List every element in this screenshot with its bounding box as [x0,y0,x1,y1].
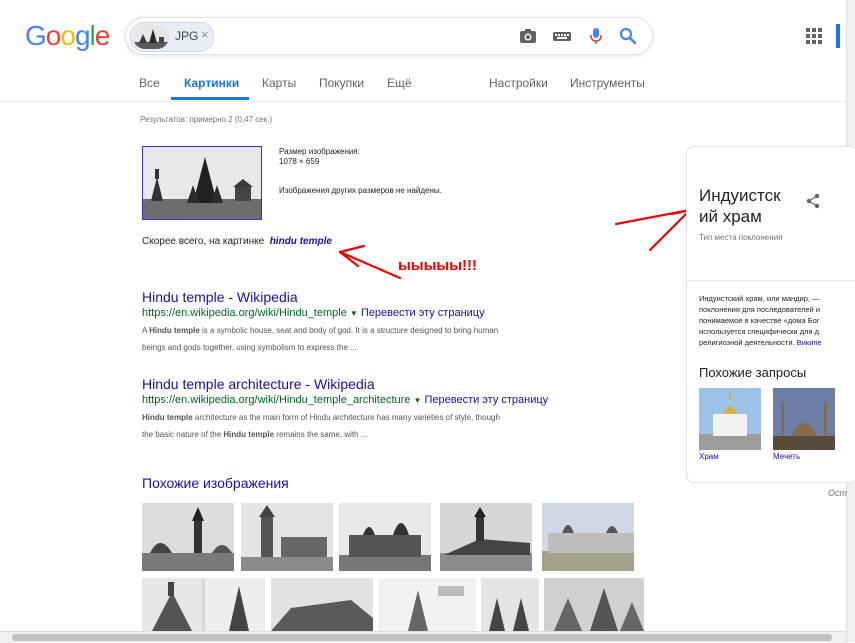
logo-letter: o [60,20,76,51]
kp-related-heading: Похожие запросы [699,365,807,380]
dropdown-caret-icon[interactable]: ▼ [413,396,421,405]
active-tab-indicator [171,97,249,100]
tab-tools[interactable]: Инструменты [570,76,645,90]
logo-letter: o [45,20,62,51]
related-label[interactable]: Мечеть [773,452,800,461]
similar-images-heading[interactable]: Похожие изображения [142,475,289,491]
account-button-edge[interactable] [836,24,840,48]
kp-divider [687,280,855,281]
result-title[interactable]: Hindu temple architecture - Wikipedia [142,376,375,392]
tab-maps[interactable]: Карты [262,76,296,90]
logo-letter: g [74,20,91,51]
similar-image[interactable] [271,578,373,631]
tab-images[interactable]: Картинки [184,76,239,90]
similar-image[interactable] [481,578,539,631]
result-title[interactable]: Hindu temple - Wikipedia [142,289,298,305]
result-url: https://en.wikipedia.org/wiki/Hindu_temp… [142,307,485,319]
no-other-sizes: Изображения других размеров не найдены. [279,186,442,195]
query-image-thumbnail[interactable] [142,146,262,220]
result-url-text[interactable]: https://en.wikipedia.org/wiki/Hindu_temp… [142,307,347,319]
tab-shopping[interactable]: Покупки [319,76,364,90]
apps-grid-icon[interactable] [806,28,822,44]
logo-letter: G [25,20,47,51]
image-size-label: Размер изображения: [279,147,360,156]
similar-image[interactable] [205,578,265,631]
result-snippet: A Hindu temple is a symbolic house, seat… [142,326,499,352]
header-divider [0,101,846,102]
tab-settings[interactable]: Настройки [489,76,548,90]
result-stats: Результатов: примерно 2 (0,47 сек.) [140,115,273,124]
result-snippet: Hindu temple architecture as the main fo… [142,413,500,439]
similar-image[interactable] [542,503,634,571]
tab-more[interactable]: Ещё [387,76,412,90]
annotation-text: ыыыыы!!! [398,257,478,274]
close-icon[interactable]: × [201,27,209,42]
kp-description: Индуистский храм, или мандир, — поклонен… [699,294,822,347]
best-guess: Скорее всего, на картинке hindu temple [142,236,332,247]
knowledge-panel: Индуистск ий храм Тип места поклонения Ин… [686,146,855,483]
best-guess-link[interactable]: hindu temple [270,236,332,247]
similar-image[interactable] [544,578,644,631]
tab-all[interactable]: Все [139,76,160,90]
similar-image[interactable] [378,578,476,631]
red-annotation-arrows [338,208,692,280]
related-image-mosque[interactable] [773,388,835,450]
translate-link[interactable]: Перевести эту страницу [424,394,548,406]
image-chip[interactable]: JPG × [130,22,214,52]
share-icon[interactable] [805,193,821,214]
similar-image[interactable] [339,503,431,571]
image-chip-thumbnail [133,25,169,49]
search-icon[interactable] [618,26,638,46]
related-image-temple[interactable] [699,388,761,450]
similar-image[interactable] [241,503,333,571]
image-size-value: 1078 × 659 [279,157,320,166]
best-guess-prefix: Скорее всего, на картинке [142,236,265,247]
kp-title: Индуистск ий храм [699,186,781,226]
keyboard-icon[interactable] [552,26,572,46]
camera-icon[interactable] [518,26,538,46]
result-url-text[interactable]: https://en.wikipedia.org/wiki/Hindu_temp… [142,394,410,406]
similar-image[interactable] [142,503,234,571]
result-url: https://en.wikipedia.org/wiki/Hindu_temp… [142,394,548,406]
logo-letter: e [94,20,111,51]
image-chip-label: JPG [175,29,199,43]
feedback-link[interactable]: Ост [828,488,847,498]
horizontal-scrollbar[interactable] [0,631,846,643]
translate-link[interactable]: Перевести эту страницу [361,307,485,319]
similar-image[interactable] [440,503,532,571]
google-logo[interactable]: Google [25,20,111,52]
kp-subtitle: Тип места поклонения [699,233,783,242]
search-box[interactable]: JPG × [125,17,653,55]
microphone-icon[interactable] [586,26,606,46]
kp-wiki-link[interactable]: Википе [797,338,822,347]
dropdown-caret-icon[interactable]: ▼ [350,309,358,318]
related-label[interactable]: Храм [699,452,719,461]
